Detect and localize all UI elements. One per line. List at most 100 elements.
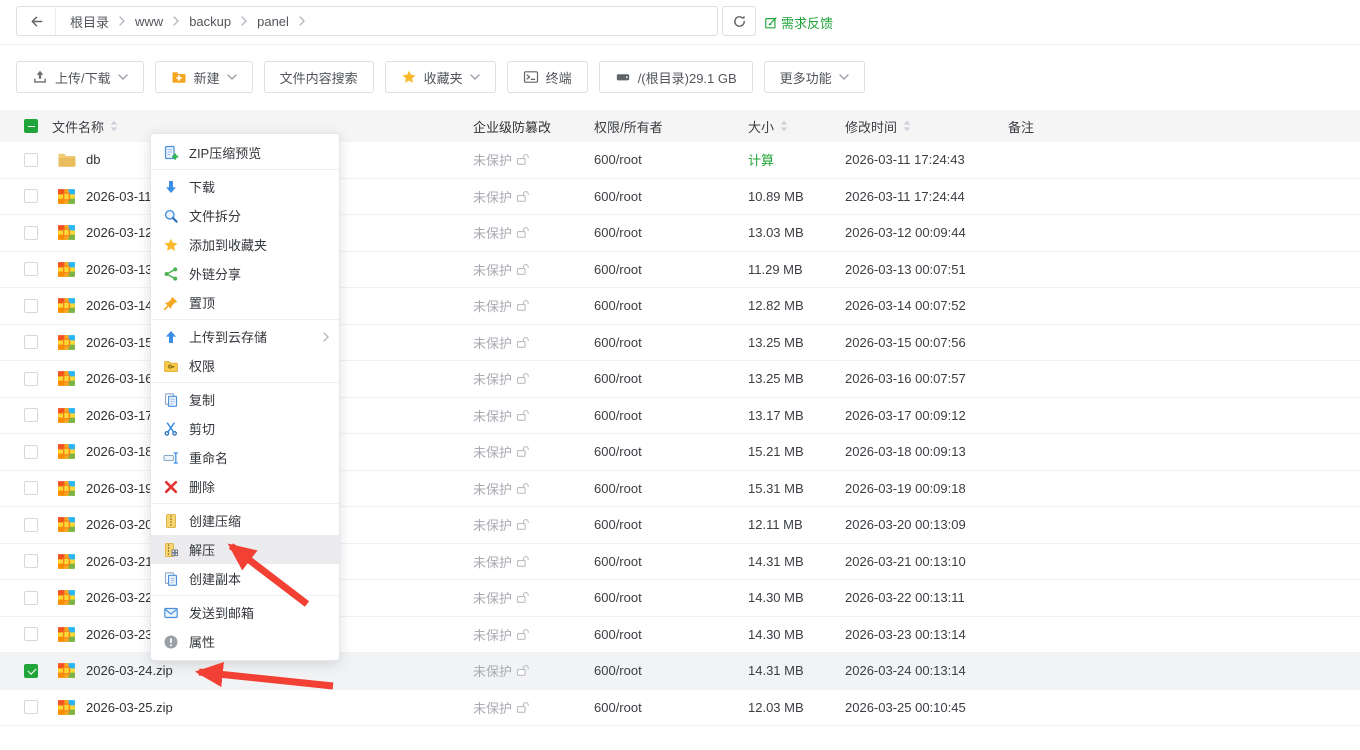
menu-item-cut[interactable]: 剪切 [151, 414, 339, 443]
more-features-button[interactable]: 更多功能 [764, 61, 865, 93]
perm-owner: 600/root [594, 690, 642, 726]
file-size: 13.25 MB [748, 325, 804, 361]
lock-open-icon [516, 263, 529, 276]
back-button[interactable] [17, 7, 56, 35]
breadcrumb-item-1[interactable]: www [125, 14, 173, 29]
menu-item-add-to-favorites[interactable]: 添加到收藏夹 [151, 230, 339, 259]
new-button-label: 新建 [194, 68, 220, 87]
breadcrumb-item-2[interactable]: backup [179, 14, 241, 29]
menu-item-file-split[interactable]: 文件拆分 [151, 201, 339, 230]
row-checkbox[interactable] [24, 554, 38, 568]
menu-item-send-to-email[interactable]: 发送到邮箱 [151, 598, 339, 627]
select-all-checkbox[interactable] [24, 119, 38, 133]
upload-download-button-label: 上传/下载 [55, 68, 111, 87]
tamper-label: 未保护 [473, 552, 512, 571]
lock-open-icon [516, 372, 529, 385]
lock-open-icon [516, 591, 529, 604]
tamper-label: 未保护 [473, 479, 512, 498]
tamper-status: 未保护 [473, 142, 529, 178]
row-checkbox[interactable] [24, 445, 38, 459]
sort-size-icon[interactable] [780, 120, 788, 132]
menu-item-pin-top[interactable]: 置顶 [151, 288, 339, 317]
row-checkbox[interactable] [24, 700, 38, 714]
perm-owner: 600/root [594, 215, 642, 251]
menu-item-extract[interactable]: 解压 [151, 535, 339, 564]
modified-time: 2026-03-20 00:13:09 [845, 507, 966, 543]
menu-divider [151, 319, 339, 320]
row-checkbox[interactable] [24, 591, 38, 605]
tamper-label: 未保护 [473, 369, 512, 388]
top-bar: 根目录 www backup panel 需求反馈 [0, 0, 1360, 45]
tamper-label: 未保护 [473, 661, 512, 680]
upload-download-button[interactable]: 上传/下载 [16, 61, 144, 93]
breadcrumb: 根目录 www backup panel [16, 6, 718, 36]
tamper-status: 未保护 [473, 398, 529, 434]
row-checkbox[interactable] [24, 335, 38, 349]
file-size: 11.29 MB [748, 252, 803, 288]
row-checkbox[interactable] [24, 518, 38, 532]
sort-name-icon[interactable] [110, 120, 118, 132]
row-checkbox[interactable] [24, 153, 38, 167]
modified-time: 2026-03-11 17:24:43 [845, 142, 965, 178]
terminal-button[interactable]: 终端 [507, 61, 588, 93]
menu-item-upload-to-cloud[interactable]: 上传到云存储 [151, 322, 339, 351]
row-checkbox[interactable] [24, 189, 38, 203]
zip-file-icon [57, 625, 76, 644]
zip-file-icon [57, 333, 76, 352]
menu-item-label: ZIP压缩预览 [189, 143, 261, 162]
modified-time: 2026-03-16 00:07:57 [845, 361, 966, 397]
file-content-search-button[interactable]: 文件内容搜索 [264, 61, 374, 93]
disk-usage-button[interactable]: /(根目录)29.1 GB [599, 61, 753, 93]
row-checkbox[interactable] [24, 262, 38, 276]
header-file-name: 文件名称 [52, 117, 104, 136]
file-name[interactable]: db [86, 142, 100, 178]
header-size: 大小 [748, 117, 774, 136]
menu-item-download[interactable]: 下载 [151, 172, 339, 201]
modified-time: 2026-03-11 17:24:44 [845, 179, 965, 215]
tamper-label: 未保护 [473, 698, 512, 717]
menu-item-create-archive[interactable]: 创建压缩 [151, 506, 339, 535]
breadcrumb-item-3[interactable]: panel [247, 14, 299, 29]
pin-icon [163, 295, 179, 311]
tamper-status: 未保护 [473, 361, 529, 397]
row-checkbox[interactable] [24, 372, 38, 386]
favorites-button[interactable]: 收藏夹 [385, 61, 496, 93]
row-checkbox[interactable] [24, 226, 38, 240]
new-button[interactable]: 新建 [155, 61, 253, 93]
tamper-status: 未保护 [473, 325, 529, 361]
zip-file-icon [57, 223, 76, 242]
perm-owner: 600/root [594, 398, 642, 434]
table-row[interactable]: 2026-03-25.zip未保护600/root12.03 MB2026-03… [0, 690, 1360, 727]
lock-open-icon [516, 555, 529, 568]
perm-icon [163, 358, 179, 374]
size-compute-link[interactable]: 计算 [748, 142, 774, 178]
row-checkbox[interactable] [24, 408, 38, 422]
row-checkbox[interactable] [24, 481, 38, 495]
zip-file-icon [57, 479, 76, 498]
menu-item-permissions[interactable]: 权限 [151, 351, 339, 380]
tamper-label: 未保护 [473, 333, 512, 352]
row-checkbox[interactable] [24, 299, 38, 313]
menu-item-zip-preview[interactable]: ZIP压缩预览 [151, 138, 339, 167]
file-size: 10.89 MB [748, 179, 804, 215]
row-checkbox[interactable] [24, 627, 38, 641]
menu-item-external-link-share[interactable]: 外链分享 [151, 259, 339, 288]
breadcrumb-item-0[interactable]: 根目录 [60, 12, 119, 31]
perm-owner: 600/root [594, 142, 642, 178]
menu-item-delete[interactable]: 删除 [151, 472, 339, 501]
sort-mtime-icon[interactable] [903, 120, 911, 132]
refresh-button[interactable] [722, 6, 756, 36]
download-icon [163, 179, 179, 195]
menu-item-properties[interactable]: 属性 [151, 627, 339, 656]
file-name[interactable]: 2026-03-25.zip [86, 690, 173, 726]
breadcrumb-separator-icon [299, 16, 305, 26]
menu-item-label: 创建压缩 [189, 511, 241, 530]
menu-item-copy[interactable]: 复制 [151, 385, 339, 414]
row-checkbox[interactable] [24, 664, 38, 678]
cut-icon [163, 421, 179, 437]
menu-item-rename[interactable]: 重命名 [151, 443, 339, 472]
feedback-link[interactable]: 需求反馈 [764, 13, 833, 32]
modified-time: 2026-03-12 00:09:44 [845, 215, 966, 251]
more-features-button-label: 更多功能 [780, 68, 832, 87]
menu-item-create-duplicate[interactable]: 创建副本 [151, 564, 339, 593]
